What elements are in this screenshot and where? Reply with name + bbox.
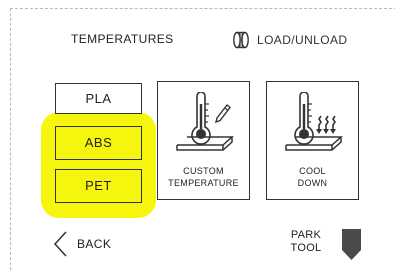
custom-temperature-label: CUSTOM TEMPERATURE [168,166,239,188]
cool-down-label: COOL DOWN [297,166,328,188]
custom-temperature-button[interactable]: CUSTOM TEMPERATURE [157,81,250,200]
chevron-left-icon [52,230,68,258]
tab-temperatures-label: TEMPERATURES [71,32,174,46]
preset-pet-button[interactable]: PET [55,169,142,203]
back-button[interactable]: BACK [52,230,111,258]
tab-load-unload-label: LOAD/UNLOAD [257,33,348,47]
preset-abs-button[interactable]: ABS [55,126,142,160]
park-tool-button[interactable]: PARK TOOL [283,229,373,263]
filament-spool-icon [231,31,251,49]
tab-temperatures[interactable]: TEMPERATURES [71,31,174,47]
preset-pla-button[interactable]: PLA [55,83,142,114]
back-label: BACK [77,237,112,251]
park-tool-label: PARK TOOL [290,229,322,254]
tab-load-unload[interactable]: LOAD/UNLOAD [231,31,347,49]
cool-down-button[interactable]: COOL DOWN [266,81,359,200]
